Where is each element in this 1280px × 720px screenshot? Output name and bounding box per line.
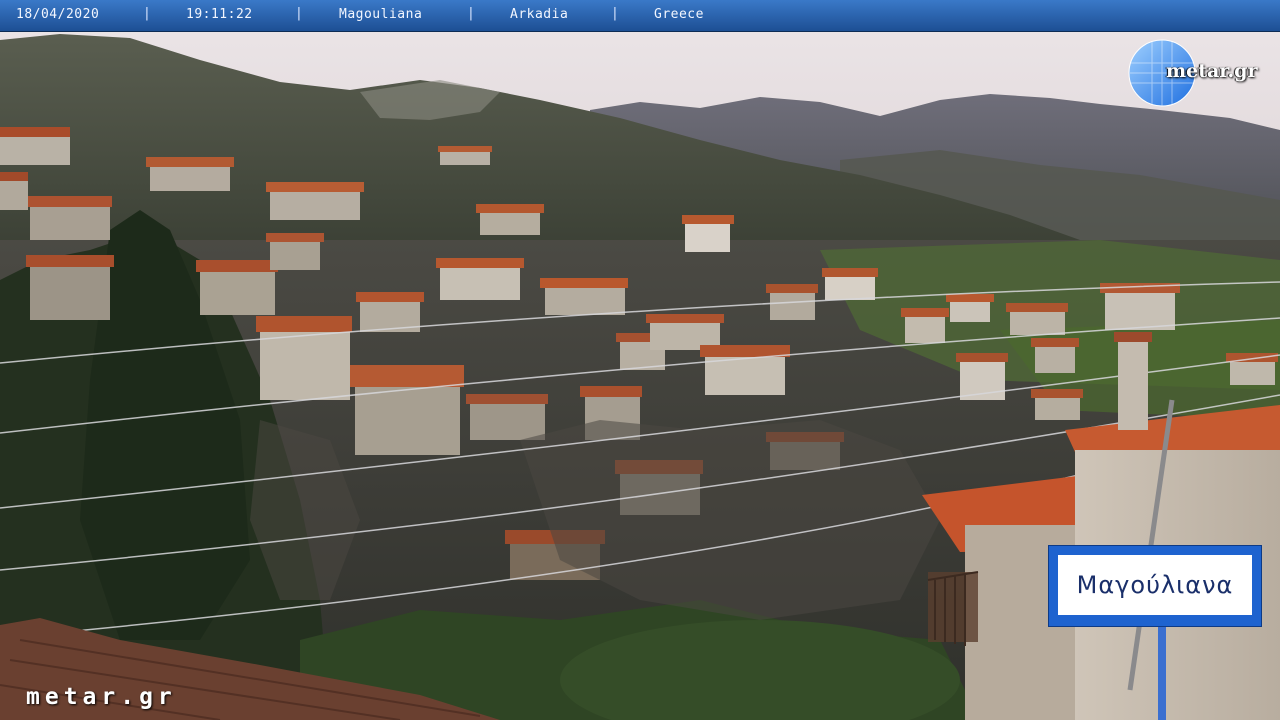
time-label: 19:11:22 <box>186 7 253 22</box>
logo-text: metar.gr <box>1166 60 1258 82</box>
separator: | <box>611 6 619 21</box>
location-label: Magouliana <box>339 7 423 22</box>
separator: | <box>295 6 303 21</box>
village-sign-panel: Μαγούλιανα <box>1056 553 1254 617</box>
info-bar: 18/04/2020 | 19:11:22 | Magouliana | Ark… <box>0 0 1280 32</box>
date-label: 18/04/2020 <box>16 7 100 22</box>
village-sign: Μαγούλιανα <box>1048 545 1262 627</box>
separator: | <box>143 6 151 21</box>
separator: | <box>467 6 475 21</box>
country-label: Greece <box>654 7 704 22</box>
village-sign-text: Μαγούλιανα <box>1076 571 1234 599</box>
sign-pole <box>1158 627 1166 720</box>
region-label: Arkadia <box>510 7 569 22</box>
watermark-text: metar.gr <box>26 684 177 710</box>
